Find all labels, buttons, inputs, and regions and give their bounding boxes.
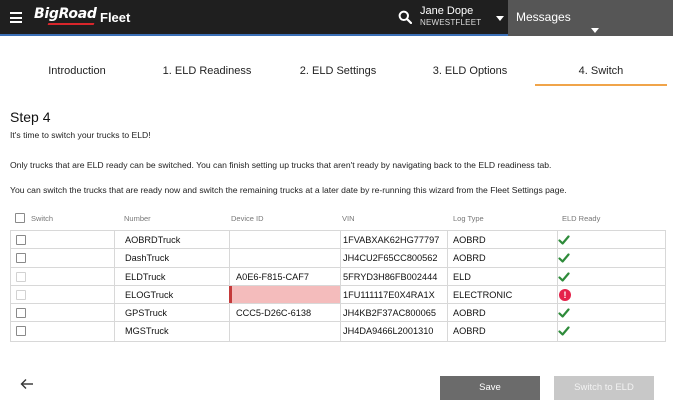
column-header-number: Number: [124, 214, 151, 223]
row-switch-checkbox[interactable]: [16, 235, 26, 245]
check-icon: [558, 235, 570, 245]
tab-eld-settings[interactable]: 2. ELD Settings: [285, 56, 391, 86]
check-icon: [558, 308, 570, 318]
truck-number: DashTruck: [125, 253, 170, 264]
step-intro-text: It's time to switch your trucks to ELD!: [10, 130, 151, 140]
messages-dropdown[interactable]: Messages: [508, 0, 673, 36]
table-row: ELDTruck A0E6-F815-CAF7 5FRYD3H86FB00244…: [11, 267, 665, 286]
device-id: [230, 253, 236, 263]
row-switch-checkbox[interactable]: [16, 308, 26, 319]
row-switch-checkbox[interactable]: [16, 326, 26, 337]
tab-switch[interactable]: 4. Switch: [535, 56, 667, 86]
vin: JH4DA9466L2001310: [343, 326, 434, 337]
row-switch-checkbox[interactable]: [16, 253, 26, 264]
chevron-down-icon: [591, 28, 599, 33]
check-icon: [558, 271, 570, 282]
logo-text: BigRoad: [34, 6, 97, 22]
error-icon[interactable]: !: [559, 288, 571, 301]
log-type: AOBRD: [453, 308, 486, 319]
table-header: Switch Number Device ID VIN Log Type ELD…: [10, 210, 670, 230]
device-id: A0E6-F815-CAF7: [236, 271, 310, 282]
step-title: Step 4: [10, 109, 51, 125]
table-row: MGSTruck JH4DA9466L2001310 AOBRD: [11, 322, 665, 341]
table-row: AOBRDTruck 1FVABXAK62HG77797 AOBRD: [11, 231, 665, 250]
vin: 1FVABXAK62HG77797: [343, 235, 440, 245]
check-icon: [558, 326, 570, 337]
truck-number: GPSTruck: [125, 308, 168, 319]
switch-to-eld-button[interactable]: Switch to ELD: [554, 376, 654, 400]
tab-eld-readiness[interactable]: 1. ELD Readiness: [152, 56, 262, 86]
row-switch-checkbox: [16, 271, 26, 282]
step-readiness-text: Only trucks that are ELD ready can be sw…: [10, 160, 552, 170]
column-header-vin: VIN: [342, 214, 355, 223]
column-header-switch: Switch: [31, 214, 54, 223]
table-row: GPSTruck CCC5-D26C-6138 JH4KB2F37AC80006…: [11, 304, 665, 323]
vin: 5FRYD3H86FB002444: [343, 271, 438, 282]
save-button[interactable]: Save: [440, 376, 540, 400]
trucks-table: AOBRDTruck 1FVABXAK62HG77797 AOBRD DashT…: [10, 230, 666, 342]
select-all-checkbox[interactable]: [15, 213, 25, 223]
table-row: ELOGTruck 1FU111117E0X4RA1X ELECTRONIC !: [11, 285, 665, 305]
log-type: AOBRD: [453, 253, 486, 264]
wizard-tabs: Introduction 1. ELD Readiness 2. ELD Set…: [0, 56, 673, 88]
row-switch-checkbox: [16, 289, 26, 300]
tab-eld-options[interactable]: 3. ELD Options: [418, 56, 522, 86]
chevron-down-icon: [496, 16, 504, 21]
device-id: [230, 326, 236, 336]
device-id: CCC5-D26C-6138: [236, 308, 312, 319]
bigroad-logo[interactable]: BigRoad: [34, 6, 97, 28]
tab-introduction[interactable]: Introduction: [30, 56, 124, 86]
log-type: ELECTRONIC: [453, 289, 513, 300]
user-organization: NEWESTFLEET: [420, 18, 482, 27]
device-id: [230, 235, 236, 245]
user-name: Jane Dope: [420, 5, 474, 17]
vin: JH4KB2F37AC800065: [343, 308, 436, 319]
top-navigation-bar: BigRoad Fleet Jane Dope NEWESTFLEET Mess…: [0, 0, 673, 36]
column-header-log-type: Log Type: [453, 214, 484, 223]
step-later-text: You can switch the trucks that are ready…: [10, 185, 567, 195]
search-icon[interactable]: [398, 10, 412, 24]
back-arrow-icon[interactable]: [20, 378, 34, 390]
check-icon: [558, 253, 570, 263]
log-type: AOBRD: [453, 235, 486, 245]
truck-number: ELDTruck: [125, 271, 166, 282]
vin: 1FU111117E0X4RA1X: [343, 289, 435, 300]
table-row: DashTruck JH4CU2F65CC800562 AOBRD: [11, 249, 665, 268]
log-type: AOBRD: [453, 326, 486, 337]
menu-icon[interactable]: [10, 12, 22, 23]
column-header-eld-ready: ELD Ready: [562, 214, 601, 223]
truck-number: MGSTruck: [125, 326, 169, 337]
column-header-device-id: Device ID: [231, 214, 264, 223]
logo-underline: [47, 23, 95, 25]
app-title: Fleet: [100, 10, 131, 25]
log-type: ELD: [453, 271, 471, 282]
truck-number: AOBRDTruck: [125, 235, 181, 245]
device-id-missing[interactable]: [229, 285, 340, 304]
truck-number: ELOGTruck: [125, 289, 174, 300]
messages-label: Messages: [516, 10, 571, 24]
user-menu[interactable]: Jane Dope NEWESTFLEET: [420, 5, 504, 31]
device-id: [232, 290, 238, 300]
vin: JH4CU2F65CC800562: [343, 253, 438, 264]
